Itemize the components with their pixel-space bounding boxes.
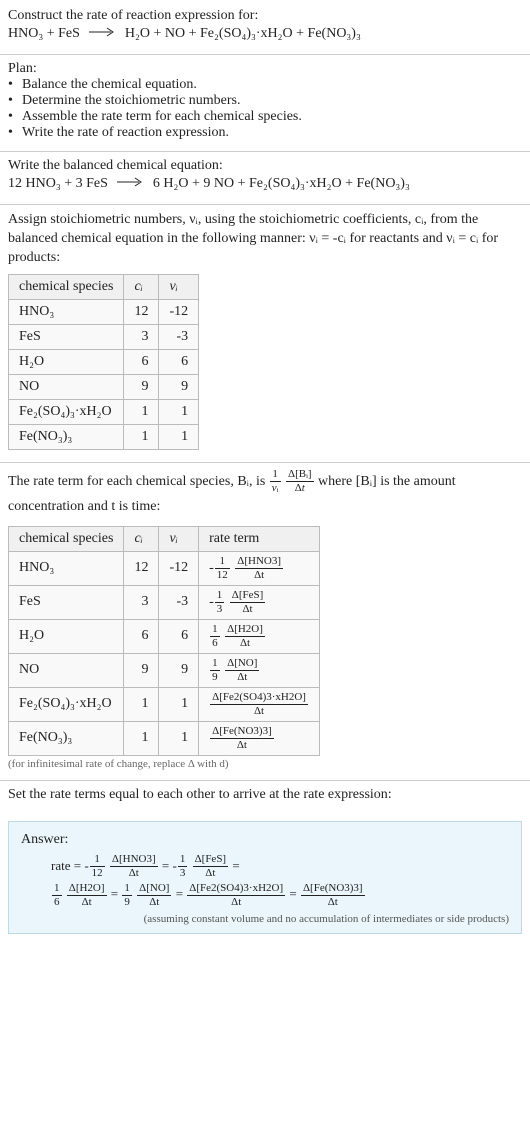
section-stoich: Assign stoichiometric numbers, νᵢ, using… xyxy=(0,205,530,463)
section-balanced: Write the balanced chemical equation: 12… xyxy=(0,152,530,205)
bullet-icon: • xyxy=(8,109,22,125)
bullet-icon: • xyxy=(8,93,22,109)
rate-intro: The rate term for each chemical species,… xyxy=(8,469,522,519)
rate-expression: rate = -112 Δ[HNO3]Δt = -13 Δ[FeS]Δt = 1… xyxy=(21,852,509,909)
col-species: chemical species xyxy=(9,526,124,551)
arrow-icon xyxy=(117,176,143,192)
plan-item: •Assemble the rate term for each chemica… xyxy=(8,109,522,125)
table-row: NO99 xyxy=(9,375,199,400)
table-row: Fe₂(SO₄)₃·xH₂O11 Δ[Fe2(SO4)3·xH2O]Δt xyxy=(9,687,320,721)
plan-item: •Balance the chemical equation. xyxy=(8,77,522,93)
table-row: FeS3-3 -13 Δ[FeS]Δt xyxy=(9,585,320,619)
rate-term-cell: Δ[Fe2(SO4)3·xH2O]Δt xyxy=(199,687,320,721)
answer-box: Answer: rate = -112 Δ[HNO3]Δt = -13 Δ[Fe… xyxy=(8,821,522,934)
section-construct: Construct the rate of reaction expressio… xyxy=(0,0,530,55)
bullet-icon: • xyxy=(8,125,22,141)
table-row: Fe(NO₃)₃11 Δ[Fe(NO3)3]Δt xyxy=(9,721,320,755)
frac-coef: 1νᵢ xyxy=(270,469,281,494)
rate-term-cell: 16 Δ[H2O]Δt xyxy=(199,619,320,653)
rate-term-cell: 19 Δ[NO]Δt xyxy=(199,653,320,687)
plan-item: •Write the rate of reaction expression. xyxy=(8,125,522,141)
eq-lhs: 12 HNO₃ + 3 FeS xyxy=(8,176,108,191)
answer-note: (assuming constant volume and no accumul… xyxy=(21,913,509,925)
col-vi: νᵢ xyxy=(159,275,199,300)
table-header-row: chemical species cᵢ νᵢ xyxy=(9,275,199,300)
col-ci: cᵢ xyxy=(124,275,159,300)
unbalanced-equation: HNO₃ + FeS H₂O + NO + Fe₂(SO₄)₃·xH₂O + F… xyxy=(8,26,522,42)
table-row: Fe(NO₃)₃11 xyxy=(9,425,199,450)
rate-term-table: chemical species cᵢ νᵢ rate term HNO₃12-… xyxy=(8,526,320,756)
table-row: NO99 19 Δ[NO]Δt xyxy=(9,653,320,687)
eq-rhs: H₂O + NO + Fe₂(SO₄)₃·xH₂O + Fe(NO₃)₃ xyxy=(125,26,361,41)
section-rate-terms: The rate term for each chemical species,… xyxy=(0,463,530,780)
section-plan: Plan: •Balance the chemical equation. •D… xyxy=(0,55,530,152)
delta-note: (for infinitesimal rate of change, repla… xyxy=(8,758,522,770)
col-species: chemical species xyxy=(9,275,124,300)
rate-term-cell: -13 Δ[FeS]Δt xyxy=(199,585,320,619)
balanced-equation: 12 HNO₃ + 3 FeS 6 H₂O + 9 NO + Fe₂(SO₄)₃… xyxy=(8,176,522,192)
table-row: Fe₂(SO₄)₃·xH₂O11 xyxy=(9,400,199,425)
balanced-prompt: Write the balanced chemical equation: xyxy=(8,158,522,174)
construct-prompt: Construct the rate of reaction expressio… xyxy=(8,8,522,24)
table-row: H₂O66 16 Δ[H2O]Δt xyxy=(9,619,320,653)
col-ci: cᵢ xyxy=(124,526,159,551)
stoich-intro: Assign stoichiometric numbers, νᵢ, using… xyxy=(8,211,522,268)
frac-delta: Δ[Bᵢ]Δt xyxy=(286,469,314,494)
eq-lhs: HNO₃ + FeS xyxy=(8,26,80,41)
plan-item: •Determine the stoichiometric numbers. xyxy=(8,93,522,109)
table-row: H₂O66 xyxy=(9,350,199,375)
table-row: HNO₃12-12 -112 Δ[HNO3]Δt xyxy=(9,551,320,585)
table-row: HNO₃12-12 xyxy=(9,300,199,325)
table-header-row: chemical species cᵢ νᵢ rate term xyxy=(9,526,320,551)
eq-rhs: 6 H₂O + 9 NO + Fe₂(SO₄)₃·xH₂O + Fe(NO₃)₃ xyxy=(153,176,410,191)
table-row: FeS3-3 xyxy=(9,325,199,350)
plan-title: Plan: xyxy=(8,61,522,77)
section-set-equal: Set the rate terms equal to each other t… xyxy=(0,781,530,813)
answer-title: Answer: xyxy=(21,832,509,848)
stoich-table: chemical species cᵢ νᵢ HNO₃12-12 FeS3-3 … xyxy=(8,274,199,450)
bullet-icon: • xyxy=(8,77,22,93)
set-equal-text: Set the rate terms equal to each other t… xyxy=(8,787,522,803)
col-vi: νᵢ xyxy=(159,526,199,551)
rate-term-cell: Δ[Fe(NO3)3]Δt xyxy=(199,721,320,755)
col-rate-term: rate term xyxy=(199,526,320,551)
rate-term-cell: -112 Δ[HNO3]Δt xyxy=(199,551,320,585)
arrow-icon xyxy=(89,26,115,42)
